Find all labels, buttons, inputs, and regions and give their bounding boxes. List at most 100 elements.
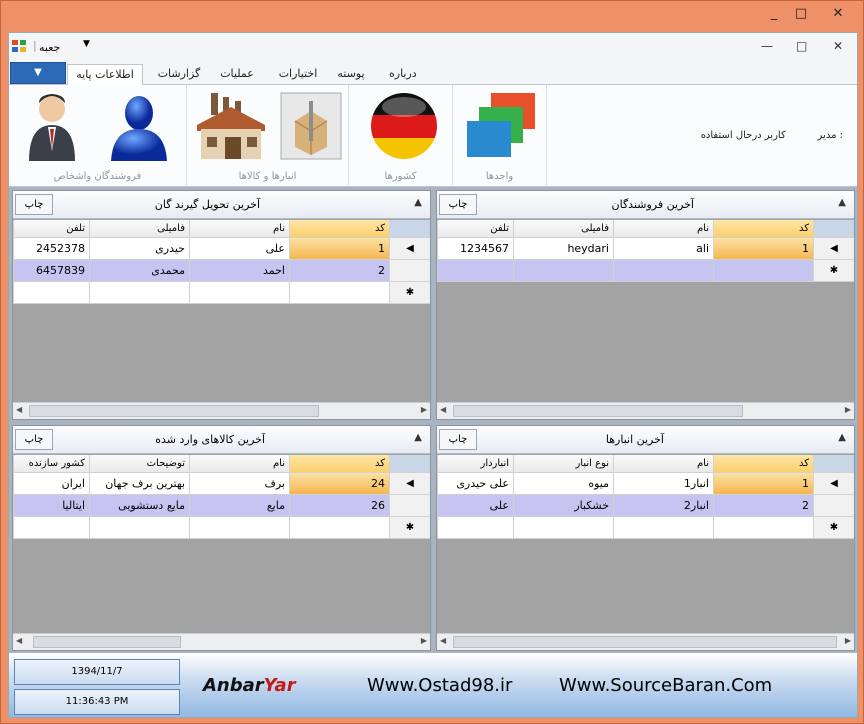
table-cell[interactable]: حیدری (89, 238, 189, 259)
scroll-left-icon[interactable]: ◀ (440, 405, 446, 414)
column-header[interactable]: نام (613, 455, 713, 472)
column-header[interactable]: توضیحات (89, 455, 189, 472)
table-row[interactable]: 2 احمد محمدی 6457839 (13, 260, 430, 282)
table-row[interactable]: ◀ 1 ali heydari 1234567 (437, 238, 854, 260)
table-cell[interactable]: ali (613, 238, 713, 259)
column-header[interactable]: تلفن (437, 220, 513, 237)
warehouse-icon[interactable] (195, 91, 267, 161)
window-maximize-button[interactable]: □ (790, 5, 812, 23)
column-header[interactable]: کد (289, 455, 389, 472)
receivers-collapse-icon[interactable]: ▲ (414, 197, 422, 208)
column-header[interactable]: کد (713, 220, 813, 237)
table-cell[interactable]: 2452378 (13, 238, 89, 259)
ribbon-restore-button[interactable]: □ (796, 39, 807, 53)
column-header[interactable]: کد (289, 220, 389, 237)
goods-collapse-icon[interactable]: ▲ (414, 432, 422, 443)
suppliers-collapse-icon[interactable]: ▲ (838, 197, 846, 208)
table-cell[interactable]: 6457839 (13, 260, 89, 281)
column-header[interactable]: کشور سازنده (13, 455, 89, 472)
suppliers-horizontal-scrollbar[interactable]: ◀ ▶ (437, 402, 854, 419)
table-cell[interactable]: برف (189, 473, 289, 494)
tab-about[interactable]: درباره (385, 64, 419, 85)
tab-operations[interactable]: عملیات (215, 64, 259, 85)
scroll-thumb[interactable] (453, 405, 743, 417)
new-row[interactable]: ✱ (13, 517, 430, 539)
goods-grid[interactable]: کد نام توضیحات کشور سازنده ◀ 24 برف بهتر… (13, 455, 430, 539)
table-cell[interactable]: 2 (289, 260, 389, 281)
scroll-left-icon[interactable]: ◀ (16, 405, 22, 414)
suppliers-grid[interactable]: کد نام فامیلی تلفن ◀ 1 ali heydari 12345… (437, 220, 854, 282)
table-cell[interactable]: بهترین برف جهان (89, 473, 189, 494)
window-minimize-button[interactable]: _ (763, 5, 785, 23)
qat-dropdown-icon[interactable]: ▼ (83, 39, 90, 49)
table-cell[interactable]: علی حیدری (437, 473, 513, 494)
table-cell[interactable]: 1234567 (437, 238, 513, 259)
table-cell[interactable]: علی (189, 238, 289, 259)
column-header[interactable]: فامیلی (89, 220, 189, 237)
goods-print-button[interactable]: چاپ (15, 429, 53, 450)
warehouses-grid[interactable]: کد نام نوع انبار انباردار ◀ 1 انبار1 میو… (437, 455, 854, 539)
package-icon[interactable] (279, 91, 343, 161)
site-link-ostad[interactable]: Www.Ostad98.ir (367, 675, 512, 696)
table-cell[interactable]: مایع دستشویی (89, 495, 189, 516)
users-icon[interactable] (21, 91, 83, 161)
table-cell[interactable]: احمد (189, 260, 289, 281)
suppliers-print-button[interactable]: چاپ (439, 194, 477, 215)
column-header[interactable]: نام (189, 455, 289, 472)
scroll-left-icon[interactable]: ◀ (440, 636, 446, 645)
column-header[interactable]: تلفن (13, 220, 89, 237)
scroll-thumb[interactable] (453, 636, 837, 648)
layers-icon[interactable] (465, 91, 537, 161)
new-row[interactable]: ✱ (437, 260, 854, 282)
scroll-right-icon[interactable]: ▶ (421, 636, 427, 645)
file-menu-button[interactable]: ▼ (10, 62, 66, 84)
germany-flag-icon[interactable] (369, 91, 439, 161)
column-header[interactable]: نوع انبار (513, 455, 613, 472)
table-cell[interactable]: 24 (289, 473, 389, 494)
table-row[interactable]: ◀ 1 علی حیدری 2452378 (13, 238, 430, 260)
site-link-sourcebaran[interactable]: Www.SourceBaran.Com (559, 675, 772, 696)
table-cell[interactable]: 2 (713, 495, 813, 516)
warehouses-print-button[interactable]: چاپ (439, 429, 477, 450)
user-silhouette-icon[interactable] (105, 91, 169, 161)
column-header[interactable]: انباردار (437, 455, 513, 472)
scroll-right-icon[interactable]: ▶ (845, 405, 851, 414)
table-cell[interactable]: ایتالیا (13, 495, 89, 516)
window-close-button[interactable]: ✕ (827, 5, 849, 23)
new-row[interactable]: ✱ (13, 282, 430, 304)
column-header[interactable]: نام (189, 220, 289, 237)
receivers-grid[interactable]: کد نام فامیلی تلفن ◀ 1 علی حیدری 2452378… (13, 220, 430, 304)
table-row[interactable]: 26 مایع مایع دستشویی ایتالیا (13, 495, 430, 517)
table-cell[interactable]: 1 (713, 238, 813, 259)
receivers-horizontal-scrollbar[interactable]: ◀ ▶ (13, 402, 430, 419)
scroll-thumb[interactable] (33, 636, 181, 648)
table-row[interactable]: ◀ 1 انبار1 میوه علی حیدری (437, 473, 854, 495)
tab-skin[interactable]: پوسته (333, 64, 369, 85)
table-cell[interactable]: 1 (289, 238, 389, 259)
table-cell[interactable]: heydari (513, 238, 613, 259)
table-cell[interactable]: محمدی (89, 260, 189, 281)
column-header[interactable]: کد (713, 455, 813, 472)
ribbon-minimize-button[interactable]: — (761, 39, 773, 53)
ribbon-close-button[interactable]: ✕ (833, 39, 843, 53)
table-cell[interactable]: مایع (189, 495, 289, 516)
warehouses-collapse-icon[interactable]: ▲ (838, 432, 846, 443)
new-row[interactable]: ✱ (437, 517, 854, 539)
table-row[interactable]: 2 انبار2 خشکبار علی (437, 495, 854, 517)
tab-permissions[interactable]: اختیارات (271, 64, 325, 85)
table-cell[interactable]: خشکبار (513, 495, 613, 516)
column-header[interactable]: فامیلی (513, 220, 613, 237)
table-cell[interactable]: انبار1 (613, 473, 713, 494)
column-header[interactable]: نام (613, 220, 713, 237)
scroll-right-icon[interactable]: ▶ (421, 405, 427, 414)
table-cell[interactable]: 1 (713, 473, 813, 494)
table-cell[interactable]: علی (437, 495, 513, 516)
scroll-thumb[interactable] (29, 405, 319, 417)
receivers-print-button[interactable]: چاپ (15, 194, 53, 215)
scroll-right-icon[interactable]: ▶ (845, 636, 851, 645)
tab-reports[interactable]: گزارشات (151, 64, 207, 85)
table-cell[interactable]: ایران (13, 473, 89, 494)
table-row[interactable]: ◀ 24 برف بهترین برف جهان ایران (13, 473, 430, 495)
table-cell[interactable]: 26 (289, 495, 389, 516)
tab-basic-info[interactable]: اطلاعات پایه (67, 64, 143, 86)
